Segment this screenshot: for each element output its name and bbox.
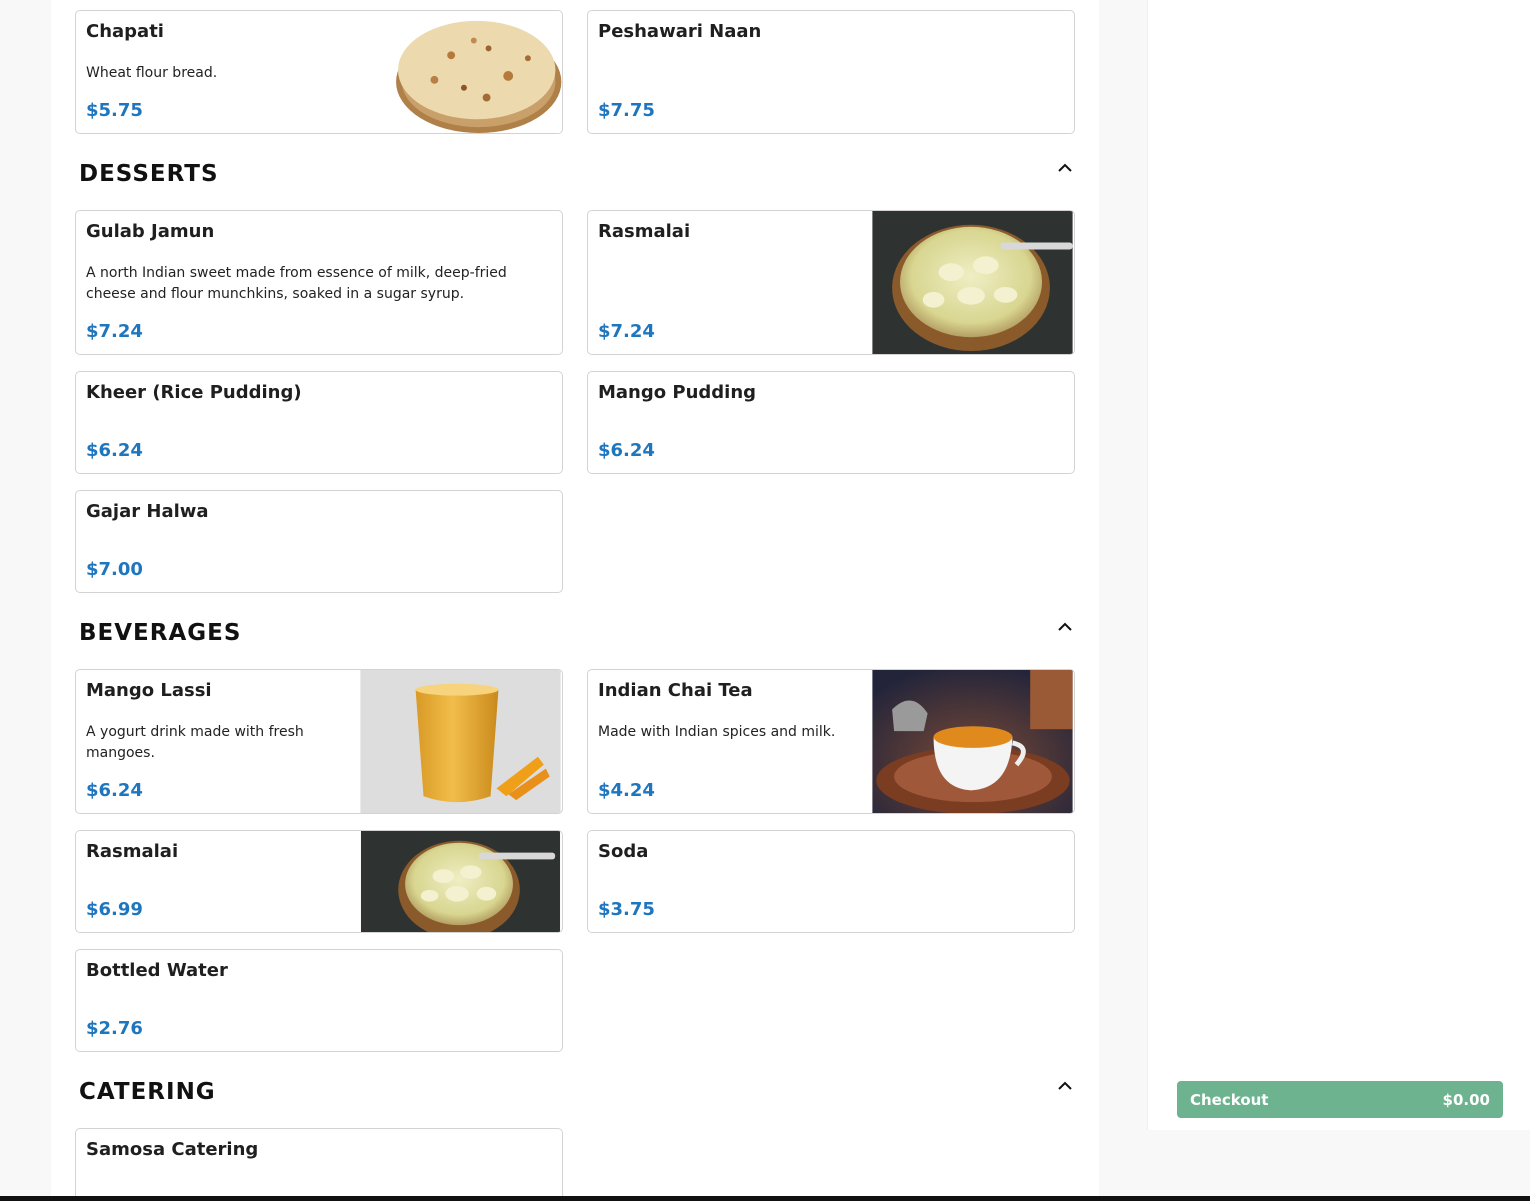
item-price: $6.24 (86, 780, 143, 801)
menu-item-kheer[interactable]: Kheer (Rice Pudding) $6.24 (75, 371, 563, 474)
item-name: Samosa Catering (86, 1139, 259, 1160)
cart-total: $0.00 (1442, 1090, 1490, 1109)
item-name: Indian Chai Tea (598, 680, 753, 701)
chapati-image (360, 11, 562, 133)
chevron-up-icon[interactable] (1058, 622, 1072, 632)
chai-tea-image (872, 670, 1073, 813)
item-price: $6.99 (86, 899, 143, 920)
item-name: Soda (598, 841, 649, 862)
menu-item-rasmalai[interactable]: Rasmalai $7.24 (587, 210, 1075, 355)
section-title-beverages: BEVERAGES (79, 620, 242, 646)
item-name: Gulab Jamun (86, 221, 215, 242)
menu-panel: Chapati Wheat flour bread. $5.75 Peshawa… (51, 0, 1099, 1196)
item-price: $6.24 (598, 440, 655, 461)
section-title-catering: CATERING (79, 1079, 216, 1105)
mango-lassi-image (360, 670, 561, 813)
menu-item-soda[interactable]: Soda $3.75 (587, 830, 1075, 933)
menu-item-mango-pudding[interactable]: Mango Pudding $6.24 (587, 371, 1075, 474)
item-name: Gajar Halwa (86, 501, 209, 522)
item-description: Made with Indian spices and milk. (598, 724, 836, 740)
menu-item-bottled-water[interactable]: Bottled Water $2.76 (75, 949, 563, 1052)
rasmalai-image (360, 831, 561, 932)
menu-item-samosa-catering[interactable]: Samosa Catering (75, 1128, 563, 1196)
item-price: $7.00 (86, 559, 143, 580)
item-name: Mango Lassi (86, 680, 212, 701)
item-price: $3.75 (598, 899, 655, 920)
item-price: $6.24 (86, 440, 143, 461)
cart-panel: Checkout $0.00 (1147, 0, 1530, 1130)
item-name: Bottled Water (86, 960, 228, 981)
item-price: $4.24 (598, 780, 655, 801)
menu-item-rasmalai-beverage[interactable]: Rasmalai $6.99 (75, 830, 563, 933)
menu-item-peshawari-naan[interactable]: Peshawari Naan $7.75 (587, 10, 1075, 134)
checkout-button[interactable]: Checkout $0.00 (1177, 1081, 1503, 1118)
item-name: Peshawari Naan (598, 21, 762, 42)
item-price: $7.24 (86, 321, 143, 342)
menu-item-indian-chai-tea[interactable]: Indian Chai Tea Made with Indian spices … (587, 669, 1075, 814)
menu-item-mango-lassi[interactable]: Mango Lassi A yogurt drink made with fre… (75, 669, 563, 814)
item-name: Kheer (Rice Pudding) (86, 382, 302, 403)
chevron-up-icon[interactable] (1058, 163, 1072, 173)
menu-item-gulab-jamun[interactable]: Gulab Jamun A north Indian sweet made fr… (75, 210, 563, 355)
item-price: $5.75 (86, 100, 143, 121)
item-description: A yogurt drink made with fresh mangoes. (86, 724, 304, 761)
item-name: Rasmalai (86, 841, 179, 862)
checkout-label: Checkout (1190, 1090, 1269, 1109)
item-description: A north Indian sweet made from essence o… (86, 265, 507, 302)
section-title-desserts: DESSERTS (79, 161, 219, 187)
menu-item-chapati[interactable]: Chapati Wheat flour bread. $5.75 (75, 10, 563, 134)
item-price: $7.75 (598, 100, 655, 121)
item-name: Mango Pudding (598, 382, 757, 403)
item-name: Chapati (86, 21, 164, 42)
item-name: Rasmalai (598, 221, 691, 242)
menu-item-gajar-halwa[interactable]: Gajar Halwa $7.00 (75, 490, 563, 593)
bottom-edge (0, 1196, 1530, 1201)
rasmalai-image (872, 211, 1073, 354)
item-price: $7.24 (598, 321, 655, 342)
item-description: Wheat flour bread. (86, 65, 218, 81)
chevron-up-icon[interactable] (1058, 1081, 1072, 1091)
item-price: $2.76 (86, 1018, 143, 1039)
